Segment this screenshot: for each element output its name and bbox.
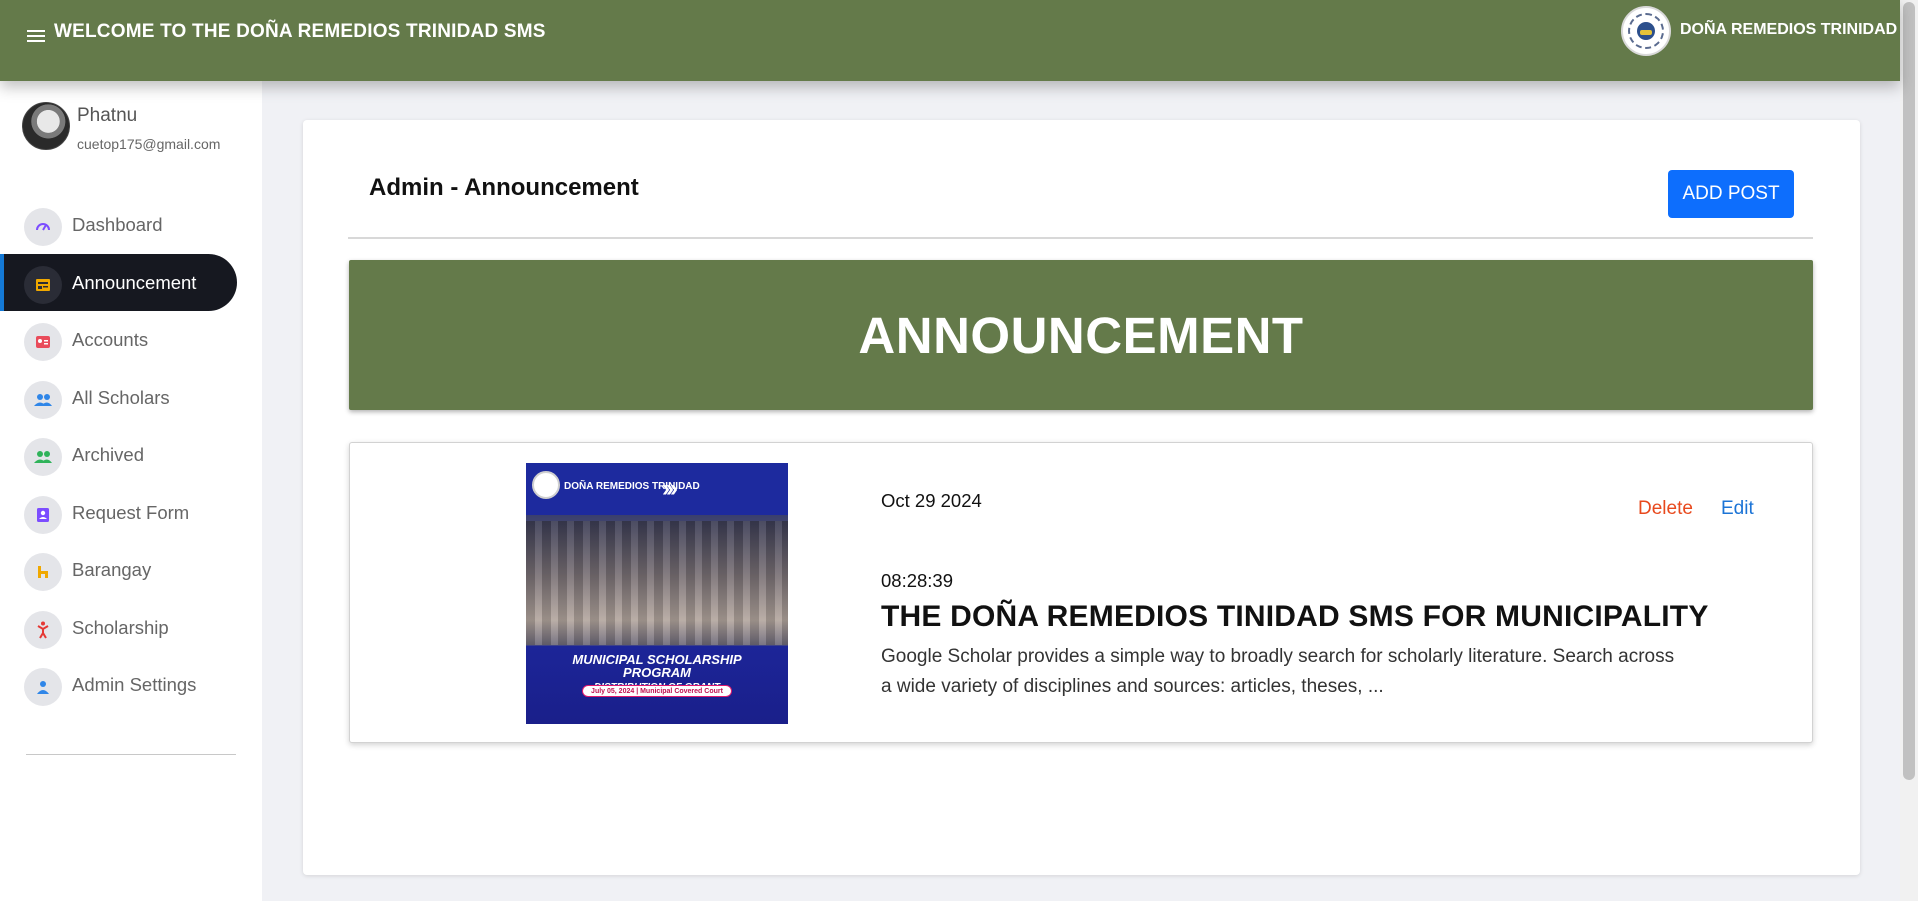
app-title: WELCOME TO THE DOÑA REMEDIOS TRINIDAD SM… bbox=[54, 21, 546, 42]
announcement-post: DOÑA REMEDIOS TRINIDAD ››› MUNICIPAL SCH… bbox=[349, 442, 1813, 743]
person-icon bbox=[24, 668, 62, 706]
people-icon bbox=[24, 438, 62, 476]
sidebar-item-label: Dashboard bbox=[72, 214, 163, 235]
newspaper-icon bbox=[24, 266, 62, 304]
post-image: DOÑA REMEDIOS TRINIDAD ››› MUNICIPAL SCH… bbox=[526, 463, 788, 724]
id-card-icon bbox=[24, 323, 62, 361]
profile-name: Phatnu bbox=[77, 105, 138, 126]
sidebar-item-all-scholars[interactable]: All Scholars bbox=[0, 369, 237, 426]
municipality-seal-logo bbox=[1621, 6, 1671, 56]
banner-title: ANNOUNCEMENT bbox=[858, 306, 1304, 364]
sidebar-item-label: Announcement bbox=[72, 272, 197, 293]
sidebar-item-archived[interactable]: Archived bbox=[0, 426, 237, 483]
chevrons-icon: ››› bbox=[662, 475, 678, 502]
sidebar-item-label: Barangay bbox=[72, 559, 152, 580]
announcement-banner: ANNOUNCEMENT bbox=[349, 260, 1813, 410]
page-scrollbar[interactable] bbox=[1900, 0, 1918, 901]
divider bbox=[348, 237, 1813, 239]
sidebar-item-label: Archived bbox=[72, 444, 144, 465]
sidebar: Phatnu cuetop175@gmail.com Dashboard Ann… bbox=[0, 81, 262, 901]
sidebar-item-label: Request Form bbox=[72, 502, 190, 523]
post-image-pill: July 05, 2024 | Municipal Covered Court bbox=[582, 685, 732, 697]
edit-link[interactable]: Edit bbox=[1721, 498, 1754, 520]
avatar bbox=[22, 102, 70, 150]
figure-icon bbox=[24, 611, 62, 649]
sidebar-item-barangay[interactable]: Barangay bbox=[0, 541, 237, 598]
sidebar-item-scholarship[interactable]: Scholarship bbox=[0, 599, 237, 656]
sidebar-item-admin-settings[interactable]: Admin Settings bbox=[0, 656, 237, 713]
post-image-header: DOÑA REMEDIOS TRINIDAD bbox=[564, 481, 700, 492]
crowd-photo bbox=[526, 521, 788, 645]
announcement-card: Admin - Announcement ADD POST ANNOUNCEME… bbox=[303, 120, 1860, 875]
sidebar-item-dashboard[interactable]: Dashboard bbox=[0, 196, 237, 253]
contact-book-icon bbox=[24, 496, 62, 534]
sidebar-item-label: Scholarship bbox=[72, 617, 169, 638]
speedometer-icon bbox=[24, 208, 62, 246]
post-title: THE DOÑA REMEDIOS TINIDAD SMS FOR MUNICI… bbox=[881, 600, 1709, 633]
post-body: Google Scholar provides a simple way to … bbox=[881, 646, 1675, 697]
sidebar-item-label: Admin Settings bbox=[72, 674, 197, 695]
sidebar-item-label: All Scholars bbox=[72, 387, 170, 408]
delete-link[interactable]: Delete bbox=[1638, 498, 1693, 520]
page-title: Admin - Announcement bbox=[369, 174, 639, 201]
hotel-icon bbox=[24, 553, 62, 591]
municipality-seal-icon bbox=[532, 471, 560, 499]
add-post-button[interactable]: ADD POST bbox=[1668, 170, 1794, 218]
hamburger-menu-icon[interactable] bbox=[27, 30, 45, 44]
profile-email: cuetop175@gmail.com bbox=[77, 136, 221, 152]
sidebar-item-accounts[interactable]: Accounts bbox=[0, 311, 237, 368]
post-time: 08:28:39 bbox=[881, 570, 954, 591]
brand-name: DOÑA REMEDIOS TRINIDAD bbox=[1680, 21, 1898, 38]
people-icon bbox=[24, 381, 62, 419]
sidebar-divider bbox=[26, 754, 236, 755]
top-navbar: WELCOME TO THE DOÑA REMEDIOS TRINIDAD SM… bbox=[0, 0, 1900, 81]
sidebar-item-announcement[interactable]: Announcement bbox=[0, 254, 237, 311]
sidebar-item-label: Accounts bbox=[72, 329, 149, 350]
scrollbar-thumb[interactable] bbox=[1903, 2, 1915, 780]
sidebar-item-request-form[interactable]: Request Form bbox=[0, 484, 237, 541]
post-date: Oct 29 2024 bbox=[881, 490, 982, 511]
